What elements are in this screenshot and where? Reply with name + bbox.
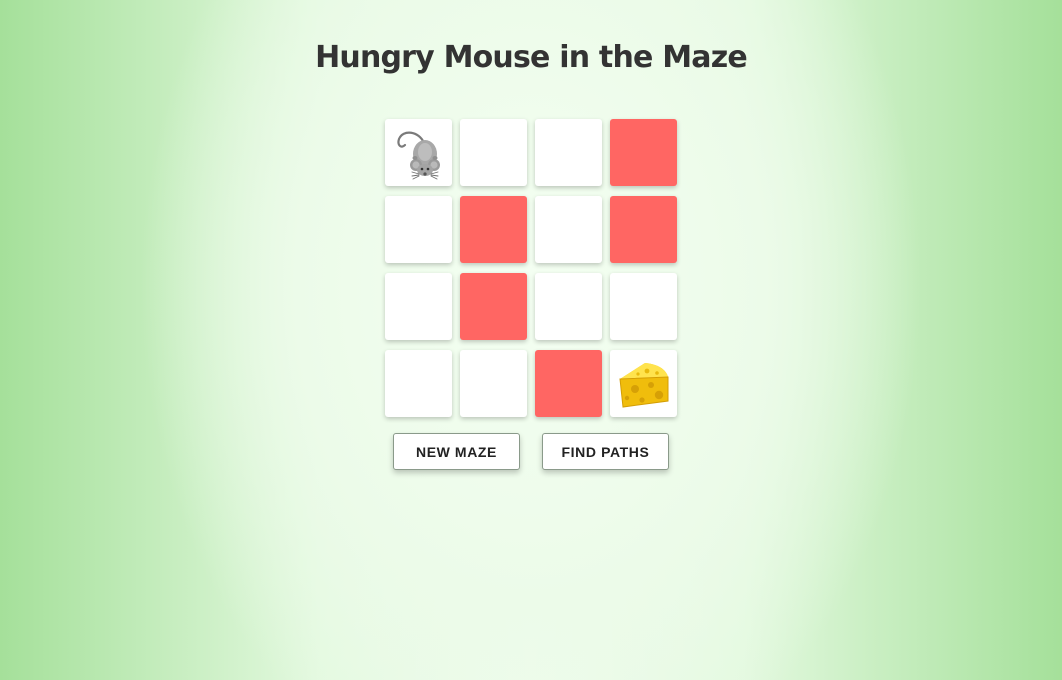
maze-cell-open-r1c2[interactable] [460,119,527,186]
maze-cell-open-r1c3[interactable] [535,119,602,186]
maze-cell-open-r4c2[interactable] [460,350,527,417]
maze-cell-open-r3c3[interactable] [535,273,602,340]
maze-cell-open-r4c1[interactable] [385,350,452,417]
page-title: Hungry Mouse in the Maze [315,40,748,75]
maze-cell-wall-r4c3[interactable] [535,350,602,417]
maze-cell-wall-r2c4[interactable] [610,196,677,263]
find-paths-button[interactable]: FIND PATHS [542,433,669,470]
maze-cell-open-r3c4[interactable] [610,273,677,340]
maze-cell-wall-r1c4[interactable] [610,119,677,186]
maze-cell-cheese-r4c4[interactable] [610,350,677,417]
maze-cell-open-r2c1[interactable] [385,196,452,263]
cheese-icon [615,355,673,413]
mouse-icon [391,125,447,181]
maze-cell-mouse-r1c1[interactable] [385,119,452,186]
maze-cell-wall-r3c2[interactable] [460,273,527,340]
maze-grid [385,119,677,417]
maze-cell-wall-r2c2[interactable] [460,196,527,263]
maze-cell-open-r2c3[interactable] [535,196,602,263]
maze-cell-open-r3c1[interactable] [385,273,452,340]
new-maze-button[interactable]: NEW MAZE [393,433,520,470]
